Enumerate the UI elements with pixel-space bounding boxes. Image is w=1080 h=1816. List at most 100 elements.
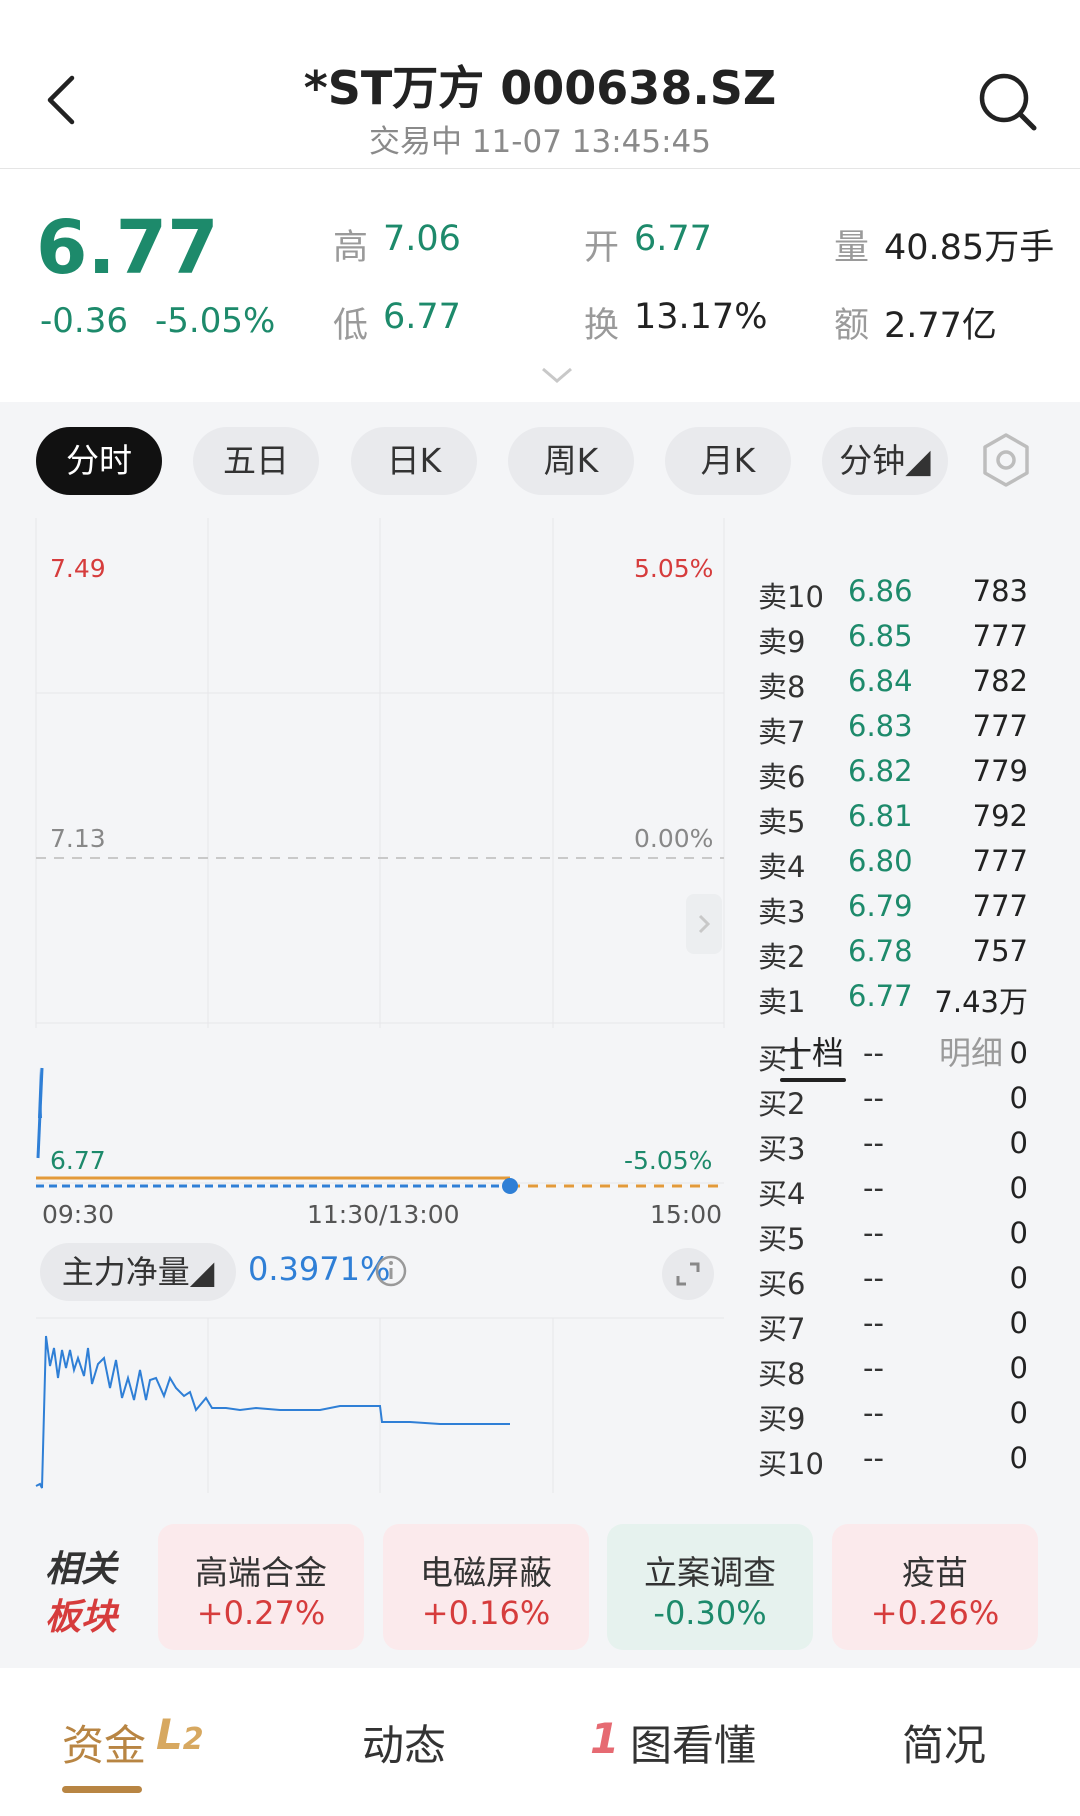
sector-card[interactable]: 电磁屏蔽 +0.16% [383, 1524, 589, 1650]
ask-row: 卖5 6.81 792 [758, 799, 1028, 839]
indicator-selector[interactable]: 主力净量◢ [40, 1243, 236, 1301]
order-volume: 0 [1009, 1036, 1028, 1070]
turnover-label: 换 [584, 306, 620, 346]
order-volume: 0 [1009, 1351, 1028, 1385]
order-level-label: 买8 [758, 1357, 806, 1391]
order-volume: 777 [972, 709, 1028, 743]
sector-name: 立案调查 [644, 1553, 776, 1592]
ask-row: 卖8 6.84 782 [758, 664, 1028, 704]
order-level-label: 卖4 [758, 850, 806, 884]
bid-row: 买9 -- 0 [758, 1396, 1028, 1436]
bid-row: 买5 -- 0 [758, 1216, 1028, 1256]
order-price: 6.77 [848, 979, 913, 1013]
order-level-label: 卖1 [758, 985, 806, 1019]
turnover-value: 13.17% [634, 297, 768, 337]
sector-heading: 相关 板块 [45, 1546, 117, 1642]
order-level-label: 卖3 [758, 895, 806, 929]
expand-chart-arrow[interactable] [686, 894, 722, 954]
order-volume: 0 [1009, 1081, 1028, 1115]
l2-badge: L2 [156, 1710, 204, 1759]
order-volume: 0 [1009, 1306, 1028, 1340]
order-volume: 757 [972, 934, 1028, 968]
y-axis-top: 7.49 [50, 554, 106, 583]
tab-intraday[interactable]: 分时 [36, 427, 162, 495]
fullscreen-icon[interactable] [662, 1248, 714, 1300]
tab-five-day[interactable]: 五日 [193, 427, 319, 495]
nav-profile[interactable]: 简况 [902, 1712, 986, 1773]
ask-row: 卖1 6.77 7.43万 [758, 979, 1028, 1019]
pct-axis-top: 5.05% [634, 554, 714, 583]
order-volume: 777 [972, 889, 1028, 923]
order-price: 6.84 [848, 664, 913, 698]
volume-label: 量 [834, 228, 870, 268]
bid-row: 买6 -- 0 [758, 1261, 1028, 1301]
sector-card[interactable]: 疫苗 +0.26% [832, 1524, 1038, 1650]
tab-daily-k[interactable]: 日K [351, 427, 477, 495]
order-volume: 779 [972, 754, 1028, 788]
nav-funds[interactable]: 资金 [62, 1712, 146, 1773]
high-label: 高 [333, 228, 369, 268]
pct-axis-mid: 0.00% [634, 824, 714, 853]
tab-weekly-k[interactable]: 周K [508, 427, 634, 495]
order-price: 6.78 [848, 934, 913, 968]
gear-icon[interactable] [978, 432, 1034, 488]
intraday-chart[interactable] [0, 518, 740, 1518]
order-price: -- [863, 1396, 884, 1430]
ask-row: 卖4 6.80 777 [758, 844, 1028, 884]
nav-dynamics[interactable]: 动态 [362, 1712, 446, 1773]
chevron-down-icon[interactable] [540, 365, 574, 385]
bid-row: 买3 -- 0 [758, 1126, 1028, 1166]
order-level-label: 买3 [758, 1132, 806, 1166]
sector-heading-line2: 板块 [45, 1597, 118, 1638]
price-change-pct: -5.05% [155, 301, 276, 341]
open-value: 6.77 [634, 219, 712, 259]
order-volume: 783 [972, 574, 1028, 608]
period-tabs: 分时 五日 日K 周K 月K 分钟◢ [0, 402, 1080, 518]
order-price: 6.81 [848, 799, 913, 833]
x-axis-mid: 11:30/13:00 [307, 1200, 460, 1229]
order-volume: 7.43万 [934, 985, 1028, 1019]
order-price: -- [863, 1081, 884, 1115]
order-volume: 0 [1009, 1216, 1028, 1250]
order-volume: 0 [1009, 1126, 1028, 1160]
volume-value: 40.85万手 [884, 228, 1055, 268]
ask-row: 卖9 6.85 777 [758, 619, 1028, 659]
sector-card[interactable]: 立案调查 -0.30% [607, 1524, 813, 1650]
order-price: -- [863, 1441, 884, 1475]
order-price: -- [863, 1216, 884, 1250]
sector-change: +0.27% [196, 1594, 326, 1632]
nav-diagram[interactable]: 图看懂 [630, 1712, 756, 1773]
quote-panel: 6.77 -0.36 -5.05% 高 7.06 低 6.77 开 6.77 换… [0, 169, 1080, 401]
net-flow-line [35, 1335, 510, 1489]
bid-row: 买2 -- 0 [758, 1081, 1028, 1121]
x-axis-start: 09:30 [42, 1200, 115, 1229]
order-level-label: 卖6 [758, 760, 806, 794]
order-volume: 782 [972, 664, 1028, 698]
header: *ST万方 000638.SZ 交易中 11-07 13:45:45 [0, 0, 1080, 169]
stock-title: *ST万方 000638.SZ [303, 61, 777, 115]
sector-card[interactable]: 高端合金 +0.27% [158, 1524, 364, 1650]
trading-status: 交易中 11-07 13:45:45 [368, 124, 711, 160]
tab-monthly-k[interactable]: 月K [665, 427, 791, 495]
order-level-label: 买7 [758, 1312, 806, 1346]
search-icon[interactable] [978, 72, 1038, 132]
order-level-label: 卖7 [758, 715, 806, 749]
sector-heading-line1: 相关 [45, 1549, 118, 1590]
order-level-label: 买2 [758, 1087, 806, 1121]
chevron-right-icon [698, 914, 711, 934]
order-price: -- [863, 1351, 884, 1385]
x-axis-end: 15:00 [650, 1200, 723, 1229]
high-value: 7.06 [383, 219, 461, 259]
info-icon[interactable] [374, 1254, 408, 1288]
ask-row: 卖10 6.86 783 [758, 574, 1028, 614]
order-price: -- [863, 1171, 884, 1205]
bid-row: 买10 -- 0 [758, 1441, 1028, 1481]
order-price: -- [863, 1036, 884, 1070]
order-price: 6.86 [848, 574, 913, 608]
order-price: -- [863, 1261, 884, 1295]
tab-minute[interactable]: 分钟◢ [822, 427, 948, 495]
ask-row: 卖7 6.83 777 [758, 709, 1028, 749]
sector-name: 高端合金 [195, 1553, 327, 1592]
order-price: 6.83 [848, 709, 913, 743]
ask-row: 卖2 6.78 757 [758, 934, 1028, 974]
